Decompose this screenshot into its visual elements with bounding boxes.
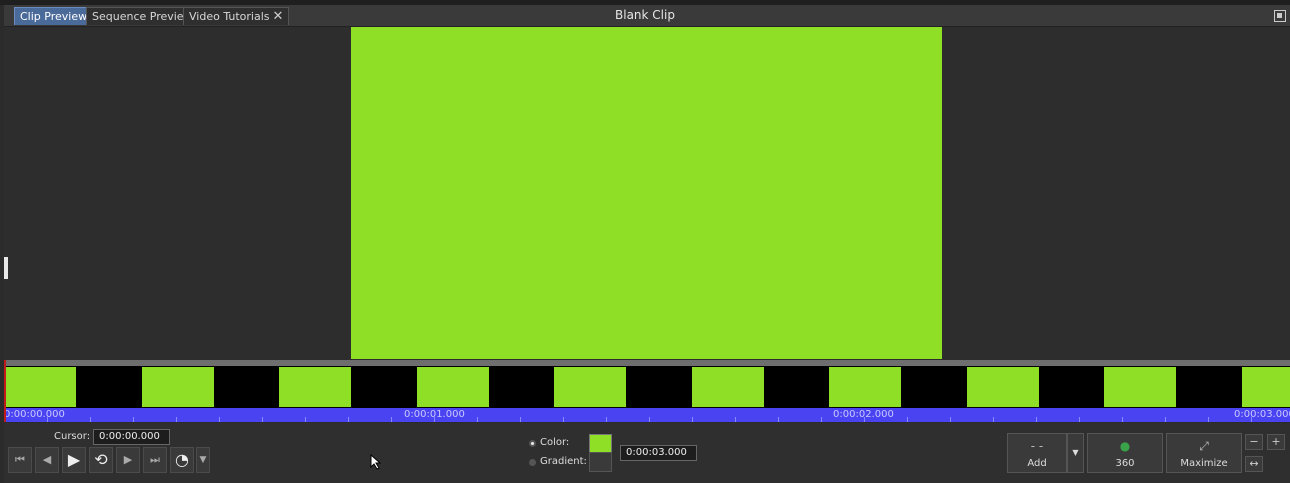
- ruler-tick: [993, 417, 994, 422]
- ruler-tick: [692, 417, 693, 422]
- ruler-tick: [563, 417, 564, 422]
- maximize-button[interactable]: ⤢ Maximize: [1166, 433, 1242, 473]
- ruler-tick: [1036, 417, 1037, 422]
- ruler-tick: [133, 417, 134, 422]
- thumbnail-frame: [966, 367, 1039, 407]
- chevron-down-icon[interactable]: ▼: [196, 447, 210, 473]
- tab-sequence-preview[interactable]: Sequence Preview: [86, 7, 199, 25]
- time-label: 0:00:00.000: [4, 409, 65, 420]
- thumbnail-frame: [4, 367, 76, 407]
- next-frame-icon[interactable]: ▶: [116, 447, 140, 473]
- playback-speed-icon[interactable]: ◔: [170, 447, 194, 473]
- ruler-tick: [864, 417, 865, 422]
- ruler-tick: [305, 417, 306, 422]
- zoom-in-icon[interactable]: +: [1267, 434, 1285, 450]
- add-button[interactable]: - - Add: [1007, 433, 1067, 473]
- add-icon: - -: [1030, 439, 1044, 453]
- thumbnail-frame: [279, 367, 351, 407]
- ruler-tick: [649, 417, 650, 422]
- ruler-tick: [348, 417, 349, 422]
- thumbnail-frame: [1241, 367, 1290, 407]
- maximize-icon: ⤢: [1199, 439, 1209, 453]
- ruler-tick: [821, 417, 822, 422]
- ruler-tick: [47, 417, 48, 422]
- close-icon[interactable]: ✕: [273, 9, 284, 24]
- ruler-tick: [434, 417, 435, 422]
- ruler-tick: [176, 417, 177, 422]
- ruler-tick: [950, 417, 951, 422]
- playhead[interactable]: [4, 360, 6, 422]
- color-radio[interactable]: [529, 440, 536, 447]
- zoom-out-icon[interactable]: −: [1245, 434, 1263, 450]
- ruler-tick: [1079, 417, 1080, 422]
- tab-video-tutorials[interactable]: Video Tutorials ✕: [183, 7, 290, 25]
- ruler-tick: [778, 417, 779, 422]
- loop-icon[interactable]: ⟲: [89, 447, 113, 473]
- 360-button[interactable]: ● 360: [1087, 433, 1163, 473]
- ruler-tick: [90, 417, 91, 422]
- tab-clip-preview[interactable]: Clip Preview: [14, 7, 94, 25]
- splitter-handle[interactable]: [4, 257, 8, 279]
- ruler-tick: [735, 417, 736, 422]
- ruler-tick: [1251, 417, 1252, 422]
- control-bar: Cursor: 0:00:00.000 ⏮ ◀ ▶ ⟲ ▶ ⏭ ◔ ▼ Colo…: [4, 423, 1290, 483]
- thumbnail-frame: [829, 367, 901, 407]
- ruler-tick: [606, 417, 607, 422]
- gradient-swatch[interactable]: [589, 452, 612, 472]
- preview-area: [4, 27, 1290, 360]
- ruler-tick: [907, 417, 908, 422]
- restore-window-icon[interactable]: [1274, 10, 1286, 22]
- ruler-tick: [1208, 417, 1209, 422]
- duration-field[interactable]: 0:00:03.000: [620, 445, 697, 461]
- play-icon[interactable]: ▶: [62, 447, 86, 473]
- timeline-ruler[interactable]: 0:00:00.000 0:00:01.000 0:00:02.000 0:00:03…: [4, 408, 1290, 422]
- thumbnail-frame: [691, 367, 764, 407]
- add-dropdown-button[interactable]: ▼: [1067, 433, 1084, 473]
- 360-icon: ●: [1119, 439, 1131, 453]
- thumbnail-frame: [554, 367, 626, 407]
- timeline-thumbnails: [4, 366, 1290, 408]
- fit-icon[interactable]: ↔: [1245, 456, 1263, 472]
- go-to-start-icon[interactable]: ⏮: [8, 447, 32, 473]
- ruler-tick: [1122, 417, 1123, 422]
- window-title: Blank Clip: [615, 8, 675, 22]
- thumbnail-frame: [1104, 367, 1176, 407]
- ruler-tick: [1165, 417, 1166, 422]
- gradient-radio[interactable]: [529, 459, 536, 466]
- previous-frame-icon[interactable]: ◀: [35, 447, 59, 473]
- time-label: 0:00:03.000: [1234, 409, 1290, 420]
- go-to-end-icon[interactable]: ⏭: [143, 447, 167, 473]
- mouse-cursor-icon: [370, 454, 382, 470]
- cursor-label: Cursor:: [54, 431, 91, 442]
- color-swatch[interactable]: [589, 434, 612, 454]
- ruler-tick: [520, 417, 521, 422]
- ruler-tick: [219, 417, 220, 422]
- thumbnail-frame: [141, 367, 214, 407]
- thumbnail-frame: [416, 367, 489, 407]
- cursor-value[interactable]: 0:00:00.000: [93, 429, 170, 445]
- ruler-tick: [262, 417, 263, 422]
- clip-preview-frame: [351, 27, 942, 359]
- ruler-tick: [477, 417, 478, 422]
- color-option-label: Color:: [540, 437, 570, 448]
- gradient-option-label: Gradient:: [540, 456, 587, 467]
- ruler-tick: [391, 417, 392, 422]
